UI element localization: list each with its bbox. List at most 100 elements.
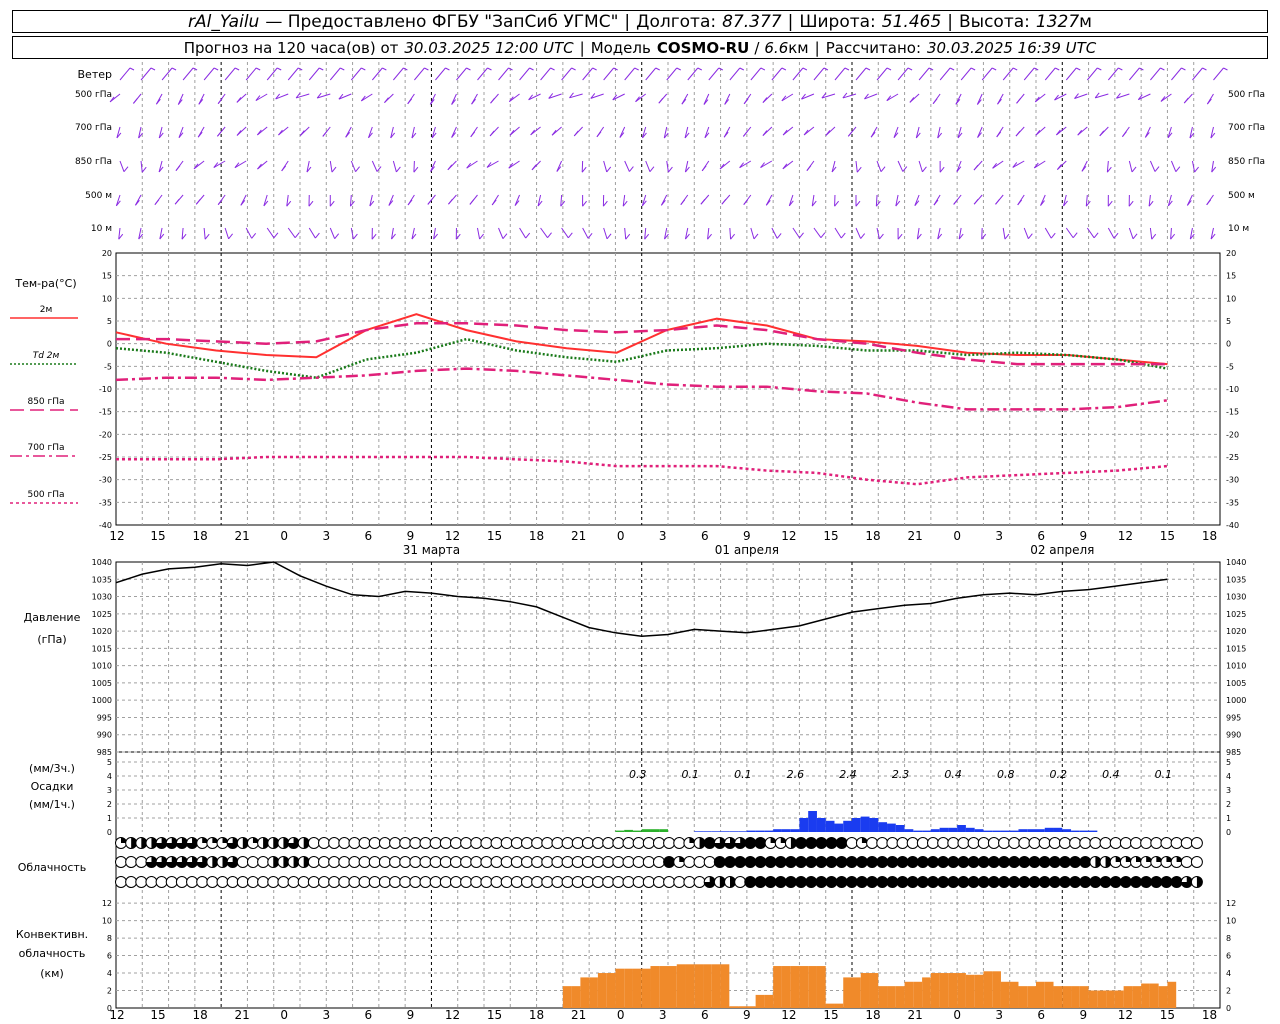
wind-barb-flag	[897, 233, 903, 240]
conv-bar	[571, 986, 581, 1008]
temp-ytick: -20	[99, 430, 112, 439]
bottom-tick-label: 6	[1037, 1008, 1045, 1022]
wind-barb	[178, 126, 184, 138]
conv-bar	[1106, 990, 1115, 1008]
time-tick-label: 18	[1202, 529, 1217, 543]
cloud-cover-circle	[683, 856, 696, 868]
wind-barb-top-flag	[171, 67, 177, 71]
prec-ytick: 0	[107, 828, 112, 837]
cloud-cover-full	[1049, 876, 1061, 888]
precip-bar	[948, 827, 958, 832]
cloud-cover-full	[1160, 876, 1172, 888]
cloud-cover-circle	[338, 856, 351, 868]
cloud-cover-circle	[186, 876, 199, 888]
cloud-cover-full	[978, 876, 990, 888]
wind-barb-flag	[762, 130, 768, 136]
precip-bar	[1018, 829, 1028, 832]
cloud-cover-full	[1059, 856, 1071, 868]
precip-bar	[773, 829, 782, 832]
wind-barb-flag	[1206, 199, 1212, 206]
wind-barb-flag	[174, 198, 180, 205]
cloud-cover-circle	[896, 837, 909, 849]
temp-ytick-right: -40	[1226, 521, 1239, 530]
cloud-cover-circle	[531, 856, 544, 868]
cloud-cover-circle	[196, 876, 209, 888]
precip-total-label: 2.4	[839, 768, 857, 781]
wind-level-label: 700 гПа	[75, 123, 112, 133]
wind-barb-flag	[334, 233, 340, 239]
temp-ytick: -10	[99, 385, 112, 394]
conv-bar	[668, 966, 677, 1008]
precip-bar	[1053, 827, 1063, 832]
wind-barb	[224, 227, 230, 240]
wind-barb	[119, 160, 125, 172]
cloud-cover-full	[957, 876, 969, 888]
wind-barb	[498, 227, 504, 239]
cloud-cover-circle	[571, 876, 584, 888]
wind-barb	[287, 227, 296, 239]
cloud-cover-circle	[115, 876, 127, 888]
precip-bar	[1062, 829, 1072, 832]
cloud-cover-circle	[480, 856, 493, 868]
wind-barb-top	[224, 67, 236, 81]
precip-bar	[852, 818, 861, 832]
cloud-cover-circle	[541, 856, 554, 868]
wind-barb-flag	[730, 233, 735, 240]
precip-bar	[808, 811, 817, 832]
cloud-cover-circle	[348, 837, 361, 849]
wind-barb-top-flag	[150, 67, 156, 71]
time-tick-label: 15	[1160, 529, 1175, 543]
cloud-cover-circle	[1008, 837, 1021, 849]
cloud-cover-circle	[125, 856, 138, 868]
bottom-tick-label: 6	[701, 1008, 709, 1022]
conv-bar	[1071, 986, 1080, 1008]
cloud-cover-circle	[673, 837, 686, 849]
wind-barb-flag	[371, 233, 377, 240]
temp-ytick: 10	[102, 294, 112, 303]
time-tick-label: 0	[617, 529, 625, 543]
cloud-cover-full	[826, 856, 837, 868]
cloud-cover-circle	[257, 876, 270, 888]
cloud-cover-circle	[652, 856, 665, 868]
pres-ytick: 1000	[92, 696, 112, 705]
date-label: 01 апреля	[715, 543, 779, 557]
cloud-cover-full	[836, 856, 848, 868]
cloud-cover-full	[846, 856, 858, 868]
time-tick-label: 12	[445, 529, 460, 543]
cloud-cover-circle	[358, 856, 371, 868]
pres-panel-title: Давление	[24, 611, 81, 624]
cloud-cover-circle	[429, 837, 442, 849]
time-tick-label: 21	[571, 529, 586, 543]
cloud-cover-circle	[328, 856, 341, 868]
bottom-tick-label: 21	[571, 1008, 586, 1022]
conv-ytick: 12	[102, 899, 112, 908]
cloud-cover-full	[947, 876, 959, 888]
precip-bar	[1009, 830, 1019, 832]
wind-barb-flag	[1072, 232, 1078, 239]
wind-barb-flag	[806, 165, 812, 171]
wind-barb-top-flag	[234, 67, 240, 71]
bottom-tick-label: 9	[743, 1008, 751, 1022]
cloud-cover-full	[1039, 856, 1051, 868]
cloud-cover-full	[826, 876, 837, 888]
bottom-tick-label: 12	[781, 1008, 796, 1022]
cloud-cover-full	[1130, 876, 1142, 888]
time-tick-label: 9	[1079, 529, 1087, 543]
wind-barb-flag	[625, 233, 631, 240]
precip-total-label: 0.1	[682, 768, 700, 781]
cloud-cover-circle	[602, 876, 615, 888]
cloud-cover-full	[1069, 856, 1081, 868]
wind-barb-flag	[407, 98, 413, 105]
wind-barb-flag	[820, 232, 826, 239]
cloud-cover-circle	[1079, 837, 1092, 849]
conv-bar	[729, 1006, 739, 1008]
cloud-cover-full	[1079, 856, 1091, 868]
cloud-cover-circle	[1099, 837, 1112, 849]
pres-ytick-right: 990	[1226, 731, 1241, 740]
cloud-cover-circle	[500, 876, 513, 888]
wind-barb-top-flag	[445, 67, 450, 71]
cloud-cover-circle	[561, 856, 574, 868]
conv-bar	[887, 986, 896, 1008]
cloud-cover-circle	[581, 876, 594, 888]
cloud-cover-full	[968, 856, 980, 868]
